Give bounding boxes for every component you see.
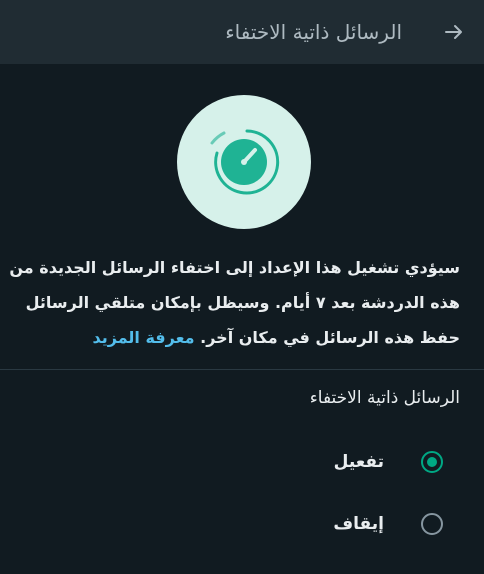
section-title: الرسائل ذاتية الاختفاء: [309, 388, 460, 408]
timer-illustration: [177, 95, 311, 229]
description-line-3: حفظ هذه الرسائل في مكان آخر. معرفة المزي…: [20, 320, 460, 355]
learn-more-link[interactable]: معرفة المزيد: [92, 328, 194, 347]
back-button[interactable]: [438, 16, 470, 48]
page-title: الرسائل ذاتية الاختفاء: [225, 20, 402, 44]
option-on[interactable]: تفعيل: [0, 434, 484, 490]
divider: [0, 369, 484, 370]
radio-selected-icon[interactable]: [421, 451, 443, 473]
option-off-label: إيقاف: [333, 514, 384, 534]
option-on-label: تفعيل: [333, 452, 384, 472]
timer-icon: [210, 129, 280, 195]
description-text: سيؤدي تشغيل هذا الإعداد إلى اختفاء الرسا…: [9, 250, 460, 355]
radio-unselected-icon[interactable]: [421, 513, 443, 535]
description-line-2: هذه الدردشة بعد ٧ أيام. وسيظل بإمكان متل…: [25, 293, 460, 312]
description-line-1: سيؤدي تشغيل هذا الإعداد إلى اختفاء الرسا…: [9, 258, 460, 277]
option-off[interactable]: إيقاف: [0, 496, 484, 552]
arrow-right-icon: [445, 25, 462, 39]
description-line-3-text: حفظ هذه الرسائل في مكان آخر.: [200, 328, 460, 347]
app-bar: الرسائل ذاتية الاختفاء: [0, 0, 484, 64]
